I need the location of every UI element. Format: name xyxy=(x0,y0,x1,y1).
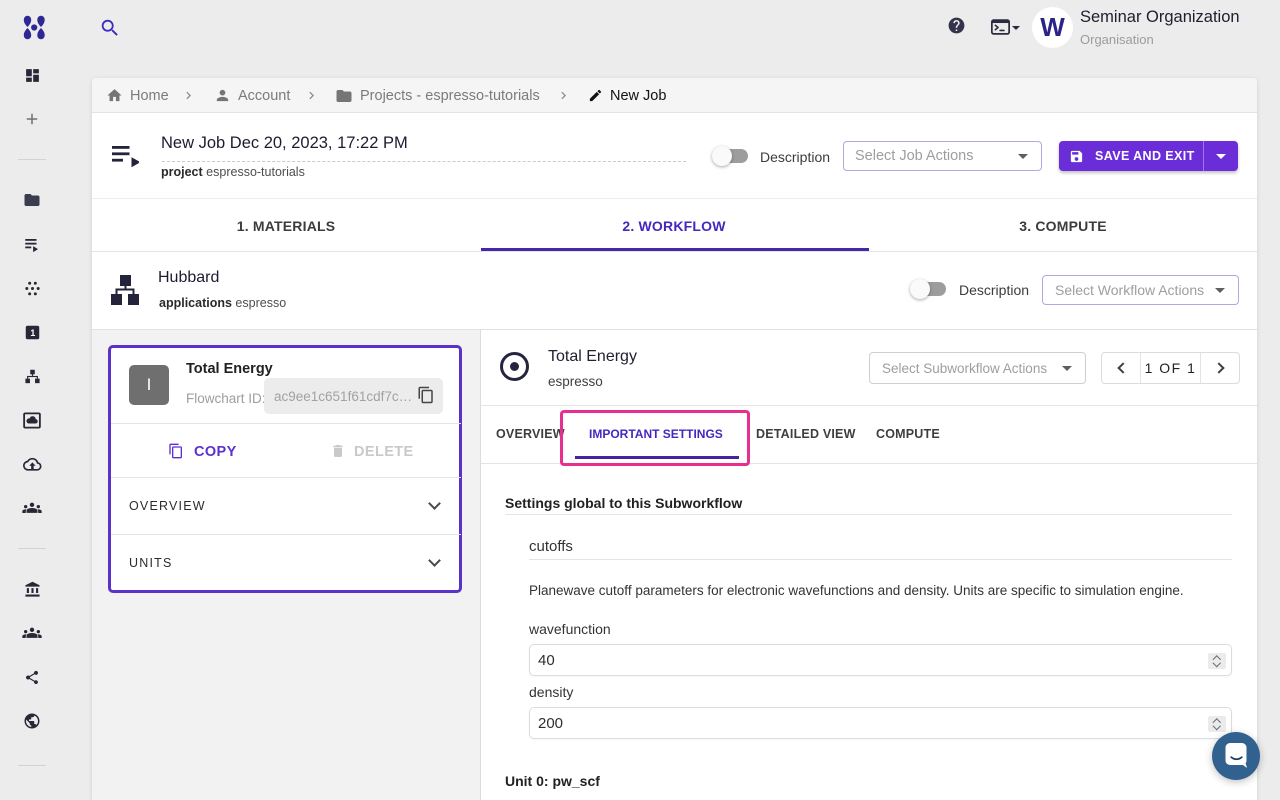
svg-text:1: 1 xyxy=(30,328,35,338)
